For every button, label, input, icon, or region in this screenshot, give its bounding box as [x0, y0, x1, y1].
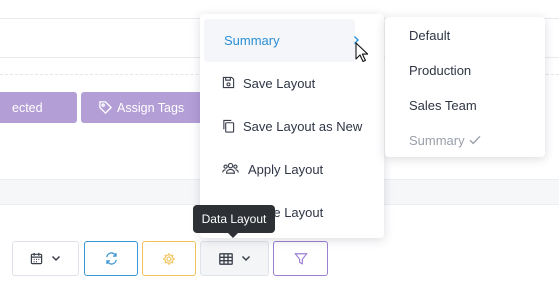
submenu-item-production-label: Production — [409, 62, 472, 78]
chevron-down-icon — [51, 255, 61, 262]
copy-icon — [222, 119, 235, 133]
mouse-cursor-icon — [355, 42, 369, 68]
menu-item-apply-layout[interactable]: Apply Layout — [200, 148, 384, 191]
filter-icon — [293, 252, 308, 266]
menu-item-apply-layout-label: Apply Layout — [248, 162, 324, 177]
layout-submenu: Default Production Sales Team Summary — [385, 17, 545, 157]
refresh-icon — [104, 251, 119, 266]
date-picker-button[interactable] — [12, 241, 79, 276]
tooltip-text: Data Layout — [201, 212, 267, 226]
submenu-item-summary: Summary — [409, 130, 481, 150]
submenu-item-production[interactable]: Production — [409, 60, 471, 80]
table-icon — [218, 252, 233, 265]
users-icon — [222, 162, 239, 175]
save-icon — [222, 76, 235, 89]
chevron-down-icon — [241, 255, 251, 262]
menu-item-save-layout-as-new[interactable]: Save Layout as New — [200, 105, 384, 148]
submenu-item-sales-team[interactable]: Sales Team — [409, 95, 477, 115]
assign-tags-label: Assign Tags — [117, 100, 185, 115]
assign-tags-button[interactable]: Assign Tags — [81, 92, 209, 123]
tag-icon — [98, 100, 113, 118]
submenu-item-default[interactable]: Default — [409, 25, 450, 45]
delete-selected-button[interactable]: ected — [0, 92, 77, 123]
checkmark-icon — [469, 135, 481, 145]
calendar-icon — [30, 252, 43, 265]
menu-item-save-layout-label: Save Layout — [243, 76, 316, 91]
delete-selected-label: ected — [12, 100, 43, 115]
settings-button[interactable] — [142, 241, 196, 276]
app-stage: ected Assign Tags Summary Save Layout Sa… — [0, 0, 559, 287]
submenu-item-default-label: Default — [409, 27, 451, 43]
menu-item-summary-label: Summary — [224, 33, 280, 48]
menu-item-save-layout-as-new-label: Save Layout as New — [243, 119, 363, 134]
data-layout-button[interactable] — [200, 241, 269, 276]
submenu-item-summary-label: Summary — [409, 132, 465, 148]
menu-item-save-layout[interactable]: Save Layout — [200, 62, 384, 105]
refresh-button[interactable] — [84, 241, 138, 276]
gear-icon — [162, 252, 176, 266]
submenu-item-sales-team-label: Sales Team — [409, 97, 477, 113]
data-layout-tooltip: Data Layout — [193, 205, 275, 238]
filter-button[interactable] — [273, 241, 328, 276]
menu-item-summary[interactable]: Summary — [204, 19, 359, 62]
